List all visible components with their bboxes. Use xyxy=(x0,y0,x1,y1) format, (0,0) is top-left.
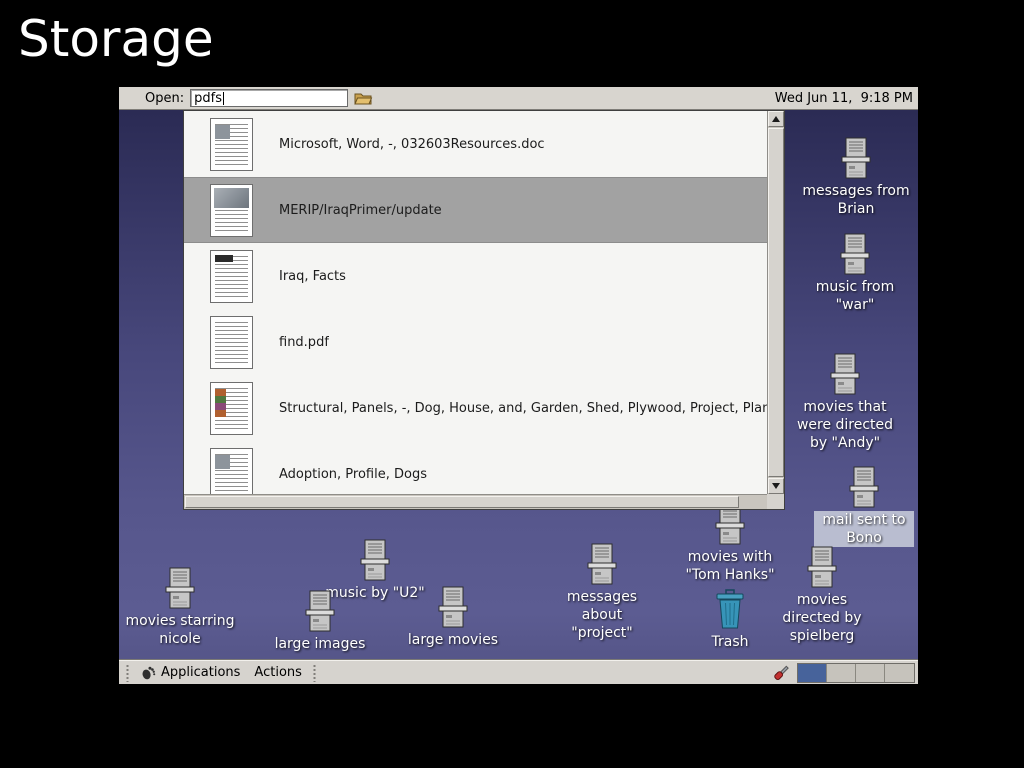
panel-drag-handle[interactable] xyxy=(125,664,130,682)
result-label: Microsoft, Word, -, 032603Resources.doc xyxy=(279,137,545,152)
open-label: Open: xyxy=(145,91,184,106)
desktop-icon-movies-starring-nicole[interactable]: movies starring nicole xyxy=(119,567,245,648)
storage-device-icon xyxy=(827,353,863,397)
workspace-2[interactable] xyxy=(827,664,856,682)
arrow-down-icon xyxy=(772,483,780,489)
result-label: Adoption, Profile, Dogs xyxy=(279,467,427,482)
gnome-foot-icon xyxy=(140,665,156,681)
applications-menu-label: Applications xyxy=(161,665,240,680)
storage-device-icon xyxy=(804,546,840,590)
storage-device-icon xyxy=(837,233,873,277)
storage-device-icon xyxy=(302,590,338,634)
storage-device-icon xyxy=(846,466,882,510)
desktop-icon-label: mail sent to Bono xyxy=(814,511,914,547)
desktop-icon-movies-directed-by-andy[interactable]: movies that were directed by "Andy" xyxy=(780,353,910,452)
open-folder-icon xyxy=(354,91,373,106)
desktop-icon-label: movies directed by spielberg xyxy=(766,591,878,645)
workspace-3[interactable] xyxy=(856,664,885,682)
desktop-icon-large-images[interactable]: large images xyxy=(255,590,385,653)
scrollbar-corner xyxy=(767,494,784,509)
desktop-icon-label: large images xyxy=(275,635,366,653)
desktop-screen: messages from Brian music from "war" mov… xyxy=(119,87,918,684)
desktop-icon-label: messages from Brian xyxy=(800,182,912,218)
clock: Wed Jun 11, 9:18 PM xyxy=(775,91,918,106)
desktop-icon-messages-from-brian[interactable]: messages from Brian xyxy=(791,137,918,218)
result-row[interactable]: Structural, Panels, -, Dog, House, and, … xyxy=(184,375,767,441)
desktop-icon-label: movies starring nicole xyxy=(124,612,236,648)
document-thumbnail xyxy=(210,448,253,495)
horizontal-scroll-thumb[interactable] xyxy=(185,496,739,508)
result-row[interactable]: find.pdf xyxy=(184,309,767,375)
workspace-4[interactable] xyxy=(885,664,914,682)
desktop-icon-label: messages about "project" xyxy=(551,588,653,642)
document-thumbnail xyxy=(210,118,253,171)
result-row-selected[interactable]: MERIP/IraqPrimer/update xyxy=(184,177,767,243)
applications-menu[interactable]: Applications xyxy=(133,661,247,684)
scroll-up-button[interactable] xyxy=(768,111,784,127)
scroll-down-button[interactable] xyxy=(768,478,784,494)
search-results-panel: Microsoft, Word, -, 032603Resources.doc … xyxy=(183,110,785,510)
result-row[interactable]: Adoption, Profile, Dogs xyxy=(184,441,767,494)
result-label: Structural, Panels, -, Dog, House, and, … xyxy=(279,401,767,416)
panel-drag-handle[interactable] xyxy=(312,664,317,682)
desktop-icon-music-from-war[interactable]: music from "war" xyxy=(790,233,918,314)
storage-device-icon xyxy=(162,567,198,611)
desktop-icon-label: Trash xyxy=(712,633,749,651)
horizontal-scrollbar[interactable] xyxy=(184,494,767,509)
trash-icon xyxy=(710,588,750,632)
result-label: MERIP/IraqPrimer/update xyxy=(279,203,442,218)
desktop-icon-movies-directed-by-spielberg[interactable]: movies directed by spielberg xyxy=(757,546,887,645)
desktop-icon-label: music from "war" xyxy=(807,278,903,314)
document-thumbnail xyxy=(210,250,253,303)
document-thumbnail xyxy=(210,382,253,435)
actions-menu-label: Actions xyxy=(254,665,302,680)
document-thumbnail xyxy=(210,316,253,369)
search-bar: Open: pdfs Wed Jun 11, 9:18 PM xyxy=(119,87,918,110)
vertical-scrollbar[interactable] xyxy=(767,111,784,494)
workspace-1[interactable] xyxy=(798,664,827,682)
desktop-icon-label: movies that were directed by "Andy" xyxy=(793,398,897,452)
desktop-icon-mail-sent-to-bono[interactable]: mail sent to Bono xyxy=(799,466,918,547)
taskbar: Applications Actions xyxy=(119,660,918,684)
page-title: Storage xyxy=(18,10,214,68)
results-list: Microsoft, Word, -, 032603Resources.doc … xyxy=(184,111,767,494)
storage-device-icon xyxy=(435,586,471,630)
arrow-up-icon xyxy=(772,116,780,122)
search-input[interactable]: pdfs xyxy=(190,89,348,107)
storage-device-icon xyxy=(838,137,874,181)
result-row[interactable]: Iraq, Facts xyxy=(184,243,767,309)
result-label: Iraq, Facts xyxy=(279,269,346,284)
actions-menu[interactable]: Actions xyxy=(247,661,309,684)
browse-folder-button[interactable] xyxy=(352,89,374,108)
text-caret xyxy=(223,92,224,105)
result-label: find.pdf xyxy=(279,335,329,350)
vertical-scroll-thumb[interactable] xyxy=(768,128,784,477)
storage-device-icon xyxy=(584,543,620,587)
document-thumbnail xyxy=(210,184,253,237)
result-row[interactable]: Microsoft, Word, -, 032603Resources.doc xyxy=(184,111,767,177)
desktop-icon-label: large movies xyxy=(408,631,498,649)
desktop-icon-large-movies[interactable]: large movies xyxy=(388,586,518,649)
workspace-switcher xyxy=(797,663,915,683)
search-input-value: pdfs xyxy=(194,91,222,106)
screwdriver-icon[interactable] xyxy=(772,664,790,682)
desktop-icon-messages-about-project[interactable]: messages about "project" xyxy=(537,543,667,642)
storage-device-icon xyxy=(357,539,393,583)
